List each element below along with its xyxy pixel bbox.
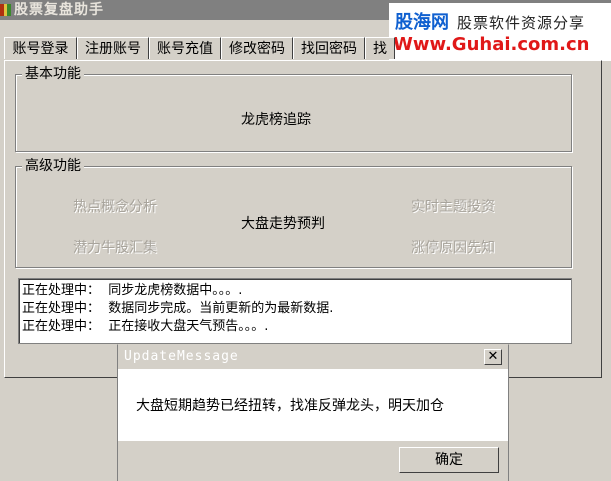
log-line: 正在处理中： 正在接收大盘天气预告。。。. (22, 319, 269, 334)
log-line: 正在处理中： 数据同步完成。当前更新的为最新数据. (22, 301, 334, 316)
watermark-url: Www.Guhai.com.cn (393, 34, 590, 55)
watermark-brand: 股海网 (395, 12, 449, 33)
advanced-functions-title: 高级功能 (22, 157, 84, 175)
processing-log[interactable]: 正在处理中： 同步龙虎榜数据中。。。. 正在处理中： 数据同步完成。当前更新的为最… (18, 278, 572, 344)
basic-functions-group: 基本功能 龙虎榜追踪 (15, 65, 572, 152)
ok-button[interactable]: 确定 (399, 447, 499, 473)
watermark-subtitle: 股票软件资源分享 (457, 14, 586, 32)
tab-recharge[interactable]: 账号充值 (149, 37, 221, 59)
update-message-dialog: UpdateMessage ✕ 大盘短期趋势已经扭转，找准反弹龙头，明天加仓 确… (117, 344, 509, 481)
dragon-tiger-tracking-button[interactable]: 龙虎榜追踪 (241, 109, 311, 129)
close-icon[interactable]: ✕ (484, 349, 502, 365)
app-icon (0, 4, 11, 16)
tab-more[interactable]: 找 (365, 37, 395, 59)
advanced-functions-group: 高级功能 热点概念分析 实时主题投资 大盘走势预判 潜力牛股汇集 涨停原因先知 (15, 157, 572, 268)
basic-functions-title: 基本功能 (22, 65, 84, 83)
dialog-message: 大盘短期趋势已经扭转，找准反弹龙头，明天加仓 (136, 398, 444, 414)
tab-strip: 账号登录 注册账号 账号充值 修改密码 找回密码 找 (4, 37, 404, 61)
tab-login[interactable]: 账号登录 (4, 37, 77, 59)
log-line: 正在处理中： 同步龙虎榜数据中。。。. (22, 283, 243, 298)
dialog-footer: 确定 (118, 441, 508, 481)
watermark-logo: 股海网 股票软件资源分享 Www.Guhai.com.cn (389, 3, 611, 61)
tab-register[interactable]: 注册账号 (77, 37, 149, 59)
potential-stocks-button[interactable]: 潜力牛股汇集 (73, 237, 157, 257)
market-trend-forecast-button[interactable]: 大盘走势预判 (241, 213, 325, 233)
hot-concept-analysis-button[interactable]: 热点概念分析 (73, 196, 157, 216)
window-title: 股票复盘助手 (14, 2, 104, 18)
realtime-theme-invest-button[interactable]: 实时主题投资 (411, 196, 495, 216)
limit-up-reason-button[interactable]: 涨停原因先知 (411, 237, 495, 257)
dialog-title-bar: UpdateMessage ✕ (118, 345, 508, 369)
dialog-title: UpdateMessage (124, 349, 239, 364)
tab-change-password[interactable]: 修改密码 (221, 37, 293, 59)
tab-recover-password[interactable]: 找回密码 (293, 37, 365, 59)
